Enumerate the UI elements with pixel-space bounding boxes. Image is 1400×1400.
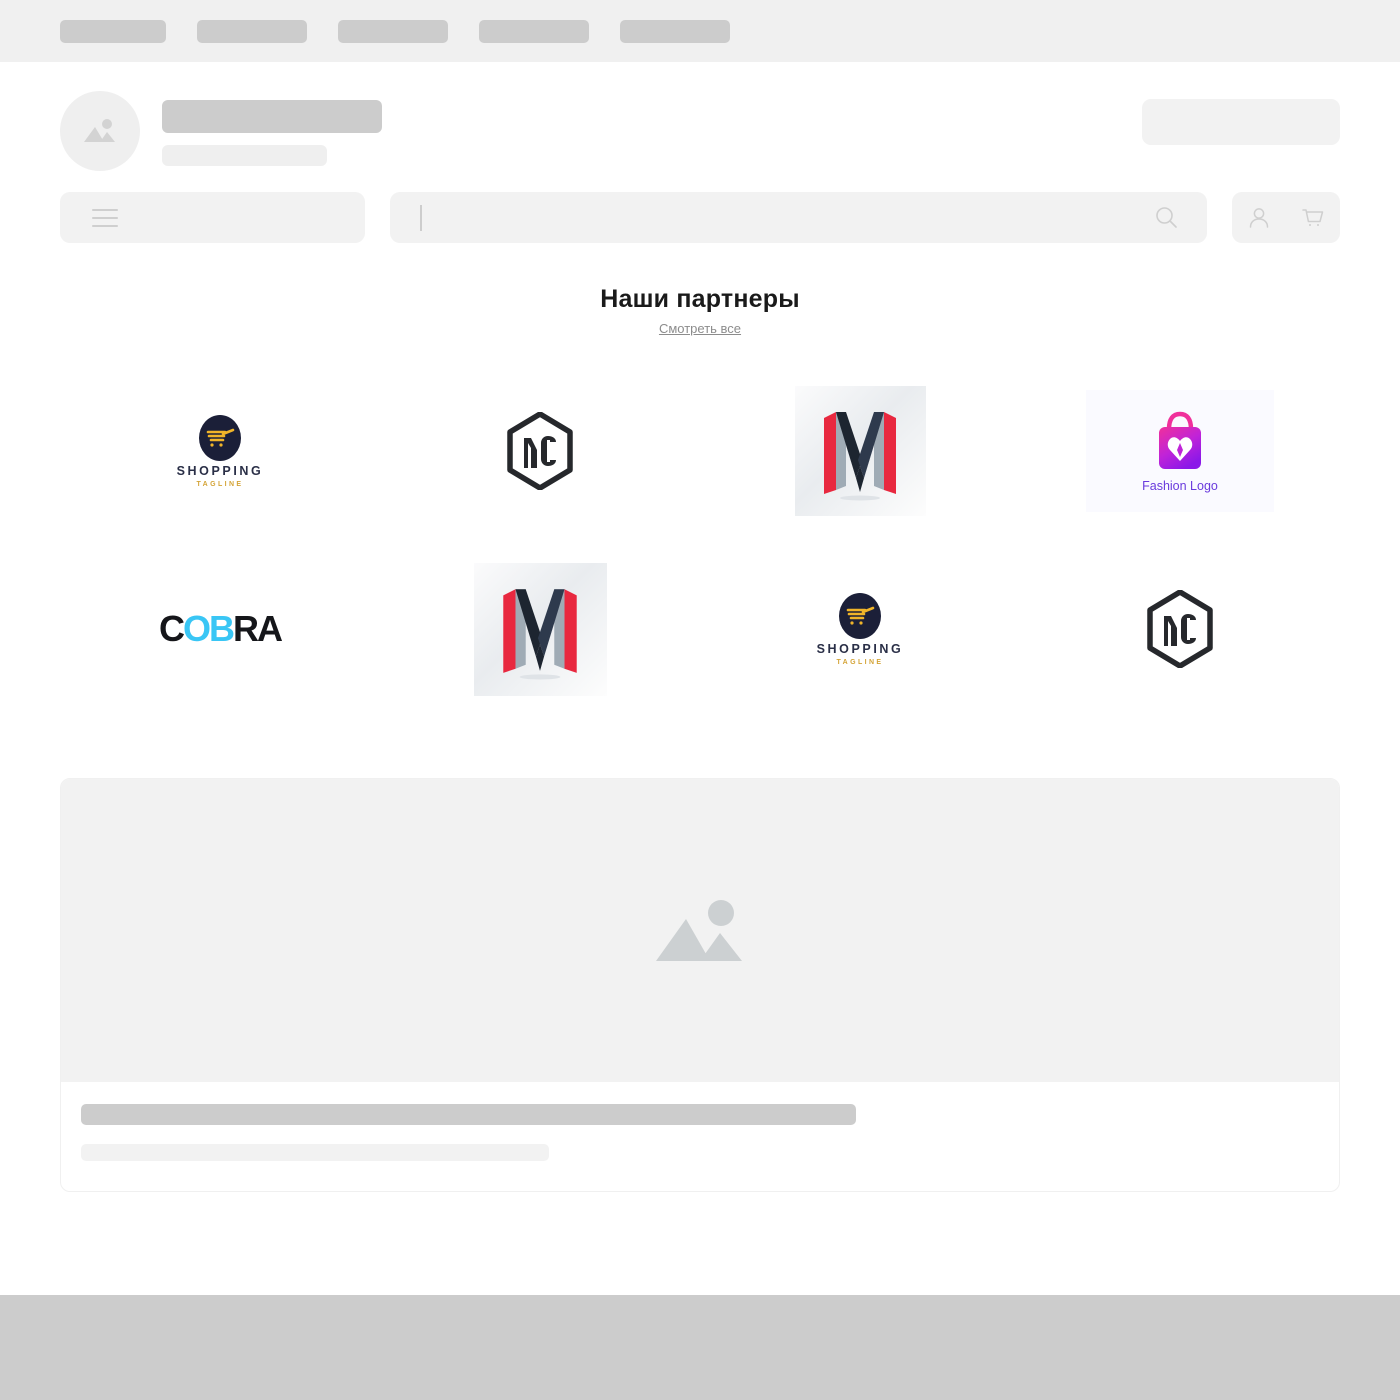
- brand-text-block: [162, 97, 382, 166]
- card-title-placeholder: [81, 1104, 856, 1125]
- search-icon[interactable]: [1149, 201, 1183, 235]
- card-media: [61, 779, 1339, 1082]
- partner-m-2[interactable]: [380, 540, 700, 718]
- partners-grid: SHOPPING TAGLINE Fashion Logo COBRA SHOP…: [60, 362, 1340, 718]
- cobra-logo: COBRA: [159, 608, 283, 650]
- fashion-bag-icon: [1159, 411, 1201, 469]
- shopping-logo-tagline: TAGLINE: [836, 658, 884, 666]
- m-letter-icon: [503, 589, 577, 680]
- nav-placeholder-4[interactable]: [479, 19, 589, 43]
- brand-title-placeholder: [162, 99, 382, 133]
- cobra-part-1: C: [159, 608, 185, 649]
- mc-hexagon-logo: [506, 412, 574, 490]
- shopping-cart-icon[interactable]: [1296, 201, 1330, 235]
- mc-monogram-icon: [1147, 590, 1213, 668]
- shopping-cart-mark-icon: [198, 414, 241, 461]
- shopping-logo-name: SHOPPING: [816, 641, 904, 656]
- search-field[interactable]: [390, 192, 1207, 243]
- cobra-part-2: OB: [183, 608, 235, 649]
- partner-shopping-2[interactable]: SHOPPING TAGLINE: [700, 540, 1020, 718]
- site-header: [0, 62, 1400, 171]
- shopping-logo-tagline: TAGLINE: [196, 480, 244, 488]
- catalog-menu-button[interactable]: [60, 192, 365, 243]
- user-account-icon[interactable]: [1242, 201, 1276, 235]
- nav-placeholder-2[interactable]: [197, 19, 307, 43]
- partners-section: Наши партнеры Смотреть все SHOPPING TAGL…: [0, 243, 1400, 718]
- partner-shopping-1[interactable]: SHOPPING TAGLINE: [60, 362, 380, 540]
- site-footer: [0, 1295, 1400, 1400]
- fashion-logo-name: Fashion Logo: [1142, 479, 1218, 493]
- content-card[interactable]: [60, 778, 1340, 1192]
- nav-placeholder-5[interactable]: [620, 19, 730, 43]
- partner-m-1[interactable]: [700, 362, 1020, 540]
- search-row: [0, 171, 1400, 243]
- partner-mc-2[interactable]: [1020, 540, 1340, 718]
- hamburger-menu-icon: [92, 208, 118, 227]
- partner-fashion-1[interactable]: Fashion Logo: [1020, 362, 1340, 540]
- partners-title: Наши партнеры: [600, 285, 800, 313]
- partner-mc-1[interactable]: [380, 362, 700, 540]
- top-utility-bar: [0, 0, 1400, 62]
- brand-subtitle-placeholder: [162, 144, 327, 166]
- brand-block[interactable]: [60, 91, 382, 171]
- card-subtitle-placeholder: [81, 1144, 549, 1161]
- card-body: [61, 1082, 1339, 1191]
- shopping-logo: SHOPPING TAGLINE: [816, 592, 904, 666]
- m-letter-icon: [824, 412, 896, 501]
- fashion-logo: Fashion Logo: [1086, 390, 1274, 512]
- nav-placeholder-1[interactable]: [60, 19, 166, 43]
- partner-cobra-1[interactable]: COBRA: [60, 540, 380, 718]
- shopping-cart-mark-icon: [838, 592, 881, 639]
- nav-placeholder-3[interactable]: [338, 19, 448, 43]
- header-actions: [1232, 192, 1340, 243]
- image-placeholder-icon: [84, 119, 115, 142]
- avatar: [60, 91, 140, 171]
- header-action-button-placeholder[interactable]: [1142, 99, 1340, 145]
- mc-hexagon-logo: [1146, 590, 1214, 668]
- shopping-logo-name: SHOPPING: [176, 463, 264, 478]
- cobra-part-3: RA: [233, 608, 283, 649]
- mc-monogram-icon: [507, 412, 573, 490]
- m-letter-logo: [473, 562, 607, 696]
- search-input[interactable]: [422, 209, 1149, 226]
- partners-view-all-link[interactable]: Смотреть все: [659, 321, 741, 336]
- m-letter-logo: [794, 386, 926, 516]
- shopping-logo: SHOPPING TAGLINE: [176, 414, 264, 488]
- image-placeholder-icon: [656, 899, 742, 961]
